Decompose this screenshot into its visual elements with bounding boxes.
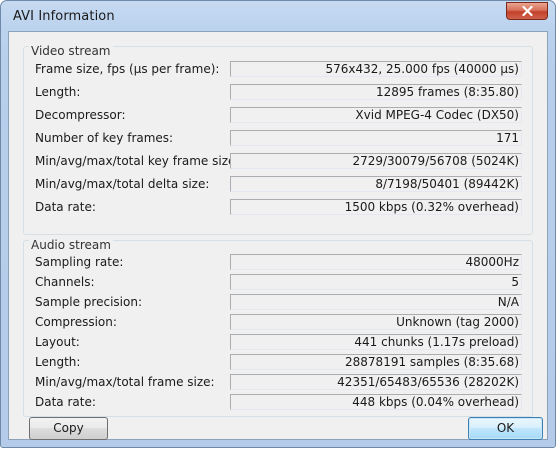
row-value: 2729/30079/56708 (5024K)	[230, 153, 522, 169]
row-label: Data rate:	[35, 395, 96, 409]
row-label: Min/avg/max/total delta size:	[35, 177, 210, 191]
window-title: AVI Information	[13, 9, 115, 24]
title-bar[interactable]: AVI Information	[1, 1, 555, 31]
close-icon	[522, 6, 533, 16]
video-row-delta-size: Min/avg/max/total delta size: 8/7198/504…	[35, 176, 522, 193]
row-value: 448 kbps (0.04% overhead)	[230, 394, 522, 410]
audio-stream-group: Audio stream Sampling rate: 48000Hz Chan…	[23, 238, 533, 417]
row-label: Length:	[35, 85, 81, 99]
audio-row-compression: Compression: Unknown (tag 2000)	[35, 314, 522, 331]
row-value: 576x432, 25.000 fps (40000 µs)	[230, 61, 522, 77]
row-label: Min/avg/max/total frame size:	[35, 375, 215, 389]
video-stream-group: Video stream Frame size, fps (µs per fra…	[23, 44, 533, 235]
video-row-data-rate: Data rate: 1500 kbps (0.32% overhead)	[35, 199, 522, 216]
avi-information-dialog: AVI Information Video stream Frame size,…	[0, 0, 556, 448]
row-label: Compression:	[35, 315, 117, 329]
close-button[interactable]	[506, 2, 548, 20]
row-label: Data rate:	[35, 200, 96, 214]
audio-row-sample-precision: Sample precision: N/A	[35, 294, 522, 311]
row-value: 8/7198/50401 (89442K)	[230, 176, 522, 192]
video-row-key-frame-size: Min/avg/max/total key frame size: 2729/3…	[35, 153, 522, 170]
audio-row-sampling-rate: Sampling rate: 48000Hz	[35, 254, 522, 271]
row-label: Sample precision:	[35, 295, 142, 309]
video-stream-title: Video stream	[29, 44, 113, 58]
video-row-frame-size: Frame size, fps (µs per frame): 576x432,…	[35, 61, 522, 78]
row-label: Frame size, fps (µs per frame):	[35, 62, 220, 76]
audio-row-frame-size: Min/avg/max/total frame size: 42351/6548…	[35, 374, 522, 391]
dialog-client-area: Video stream Frame size, fps (µs per fra…	[8, 31, 548, 440]
audio-row-length: Length: 28878191 samples (8:35.68)	[35, 354, 522, 371]
row-label: Sampling rate:	[35, 255, 124, 269]
row-value: 441 chunks (1.17s preload)	[230, 334, 522, 350]
row-label: Length:	[35, 355, 81, 369]
row-value: Unknown (tag 2000)	[230, 314, 522, 330]
row-value: 28878191 samples (8:35.68)	[230, 354, 522, 370]
video-row-key-frames: Number of key frames: 171	[35, 130, 522, 147]
audio-row-channels: Channels: 5	[35, 274, 522, 291]
row-value: 12895 frames (8:35.80)	[230, 84, 522, 100]
row-label: Number of key frames:	[35, 131, 174, 145]
row-label: Layout:	[35, 335, 80, 349]
row-value: N/A	[230, 294, 522, 310]
row-value: 48000Hz	[230, 254, 522, 270]
copy-button[interactable]: Copy	[29, 417, 108, 440]
row-value: 5	[230, 274, 522, 290]
row-label: Min/avg/max/total key frame size:	[35, 154, 240, 168]
audio-row-layout: Layout: 441 chunks (1.17s preload)	[35, 334, 522, 351]
row-value: Xvid MPEG-4 Codec (DX50)	[230, 107, 522, 123]
audio-stream-title: Audio stream	[29, 238, 113, 252]
audio-row-data-rate: Data rate: 448 kbps (0.04% overhead)	[35, 394, 522, 411]
row-value: 1500 kbps (0.32% overhead)	[230, 199, 522, 215]
row-label: Decompressor:	[35, 108, 126, 122]
row-value: 171	[230, 130, 522, 146]
ok-button[interactable]: OK	[468, 417, 543, 440]
row-label: Channels:	[35, 275, 95, 289]
video-row-decompressor: Decompressor: Xvid MPEG-4 Codec (DX50)	[35, 107, 522, 124]
video-row-length: Length: 12895 frames (8:35.80)	[35, 84, 522, 101]
row-value: 42351/65483/65536 (28202K)	[230, 374, 522, 390]
